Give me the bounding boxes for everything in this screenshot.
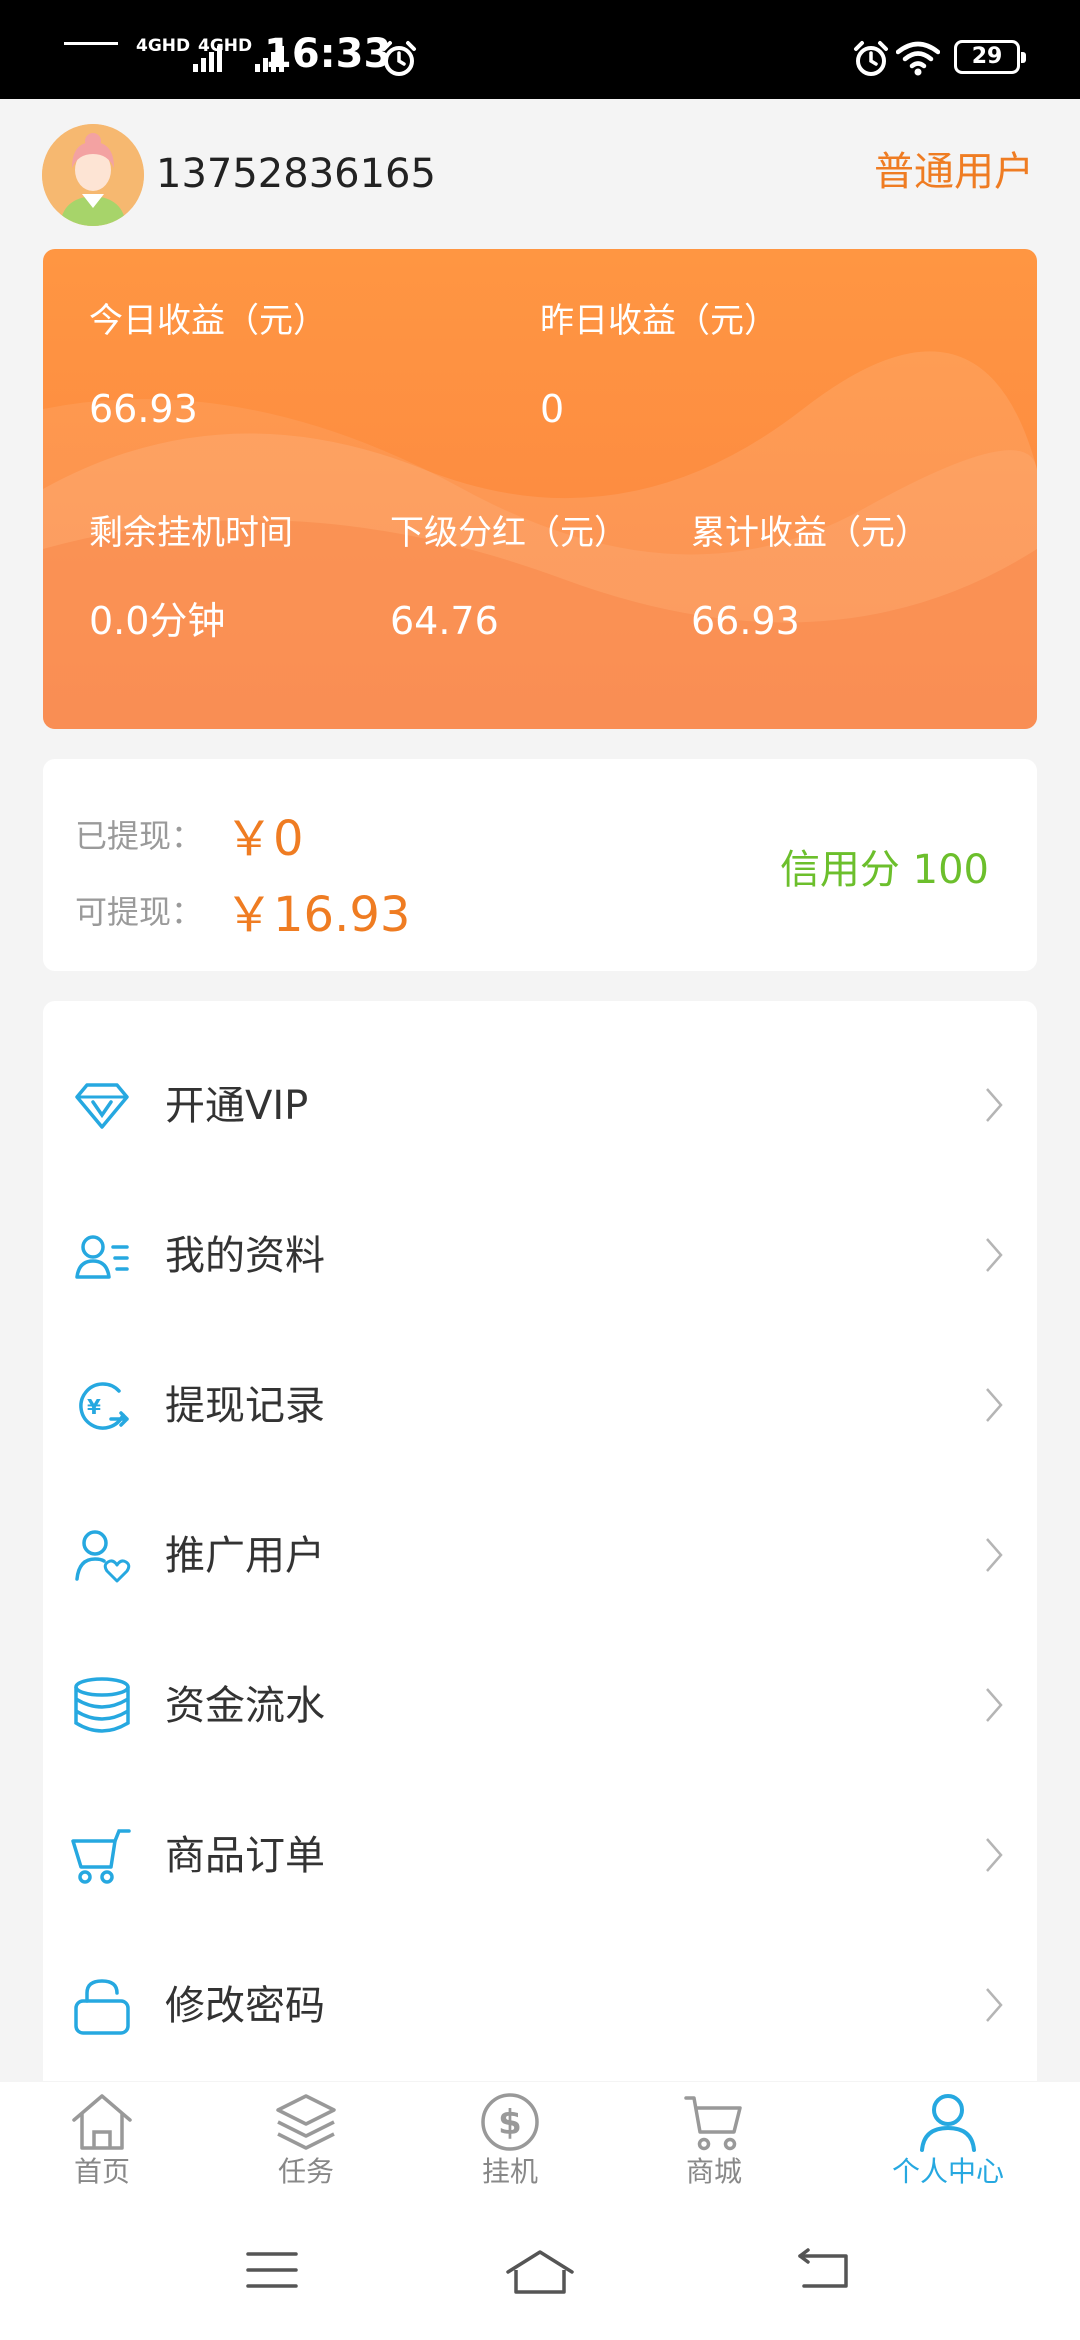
- menu-item-vip[interactable]: 开通VIP: [43, 1031, 1037, 1181]
- status-bar: 4GHD 4GHD 16:33 29: [0, 0, 1080, 99]
- chevron-right-icon: [986, 1088, 1003, 1122]
- cart-icon: [71, 1829, 131, 1884]
- nav-label: 挂机: [481, 2155, 538, 2188]
- earnings-card: 今日收益（元） 66.93 昨日收益（元） 0 剩余挂机时间 0.0分钟 下级分…: [43, 249, 1037, 729]
- menu-item-promote-users[interactable]: 推广用户: [43, 1481, 1037, 1631]
- today-earnings-label: 今日收益（元）: [89, 301, 327, 341]
- menu-item-label: 提现记录: [165, 1383, 325, 1429]
- withdrawn-label: 已提现：: [75, 817, 204, 855]
- bottom-nav: 首页 任务 $ 挂机 商城 个人中心: [0, 2082, 1080, 2208]
- withdraw-card: 已提现： ￥0 可提现： ￥16.93 信用分 100: [43, 759, 1037, 971]
- chevron-right-icon: [986, 1838, 1003, 1872]
- diamond-icon: [75, 1083, 129, 1129]
- subordinate-dividend-label: 下级分红（元）: [390, 513, 628, 553]
- menu-item-withdraw-record[interactable]: ¥ 提现记录: [43, 1331, 1037, 1481]
- profile-icon: [75, 1235, 129, 1279]
- chevron-right-icon: [986, 1688, 1003, 1722]
- total-earnings-label: 累计收益（元）: [691, 513, 929, 553]
- menu-list: 开通VIP 我的资料 ¥ 提现记录 推广用户 资金流水 商品订单 修改密码: [43, 1001, 1037, 2081]
- avatar-illustration-icon: [42, 124, 144, 226]
- alarm-icon: [382, 41, 416, 76]
- svg-text:¥: ¥: [87, 1395, 101, 1419]
- menu-item-label: 商品订单: [165, 1833, 325, 1879]
- nav-hangup[interactable]: $ 挂机: [430, 2092, 590, 2190]
- menu-item-label: 资金流水: [165, 1683, 325, 1729]
- chevron-right-icon: [986, 1388, 1003, 1422]
- yesterday-earnings-label: 昨日收益（元）: [540, 301, 778, 341]
- home-icon: [72, 2094, 132, 2150]
- chevron-right-icon: [986, 1238, 1003, 1272]
- available-value: ￥16.93: [225, 887, 411, 943]
- remaining-time-label: 剩余挂机时间: [89, 513, 293, 553]
- wifi-icon: [896, 41, 940, 76]
- home-button-icon[interactable]: [504, 2248, 576, 2296]
- battery-icon: 29: [954, 40, 1026, 74]
- promote-user-icon: [75, 1530, 131, 1583]
- alarm-icon: [854, 41, 888, 76]
- chevron-right-icon: [986, 1988, 1003, 2022]
- menu-item-fund-flow[interactable]: 资金流水: [43, 1631, 1037, 1781]
- nav-tasks[interactable]: 任务: [226, 2092, 386, 2190]
- avatar[interactable]: [42, 124, 144, 226]
- lock-icon: [74, 1979, 130, 2035]
- svg-text:$: $: [498, 2103, 522, 2143]
- yesterday-earnings-value: 0: [540, 387, 565, 431]
- nav-mall[interactable]: 商城: [634, 2092, 794, 2190]
- menu-item-label: 推广用户: [165, 1533, 325, 1579]
- system-nav-bar: [0, 2208, 1080, 2340]
- user-type-label: 普通用户: [874, 149, 1034, 195]
- menu-item-label: 我的资料: [165, 1233, 325, 1279]
- dollar-icon: $: [481, 2093, 539, 2151]
- available-label: 可提现：: [75, 893, 204, 931]
- today-earnings-value: 66.93: [89, 387, 198, 431]
- menu-item-label: 开通VIP: [165, 1083, 309, 1129]
- back-icon[interactable]: [794, 2248, 854, 2292]
- signal-label: 4GHD: [198, 36, 253, 56]
- user-phone: 13752836165: [156, 151, 436, 197]
- layers-icon: [276, 2094, 336, 2150]
- total-earnings-value: 66.93: [691, 599, 800, 643]
- signal-label: 4GHD: [136, 36, 191, 56]
- menu-item-orders[interactable]: 商品订单: [43, 1781, 1037, 1931]
- remaining-time-value: 0.0分钟: [89, 599, 226, 643]
- menu-item-change-password[interactable]: 修改密码: [43, 1931, 1037, 2081]
- menu-item-label: 修改密码: [165, 1983, 325, 2029]
- nav-label: 首页: [73, 2155, 130, 2188]
- nav-home[interactable]: 首页: [22, 2092, 182, 2190]
- credit-score: 信用分 100: [779, 847, 989, 893]
- shop-cart-icon: [684, 2096, 742, 2151]
- coins-stack-icon: [74, 1677, 130, 1733]
- withdrawn-value: ￥0: [225, 811, 304, 867]
- menu-icon[interactable]: [244, 2248, 300, 2292]
- withdraw-record-icon: ¥: [79, 1382, 129, 1430]
- chevron-right-icon: [986, 1538, 1003, 1572]
- nav-profile[interactable]: 个人中心: [868, 2092, 1028, 2190]
- nav-label: 任务: [277, 2155, 334, 2188]
- notification-dash-icon: [64, 42, 118, 45]
- person-icon: [920, 2094, 976, 2152]
- status-time: 16:33: [264, 31, 392, 77]
- menu-item-profile[interactable]: 我的资料: [43, 1181, 1037, 1331]
- nav-label: 个人中心: [891, 2155, 1004, 2188]
- subordinate-dividend-value: 64.76: [390, 599, 499, 643]
- nav-label: 商城: [685, 2155, 742, 2188]
